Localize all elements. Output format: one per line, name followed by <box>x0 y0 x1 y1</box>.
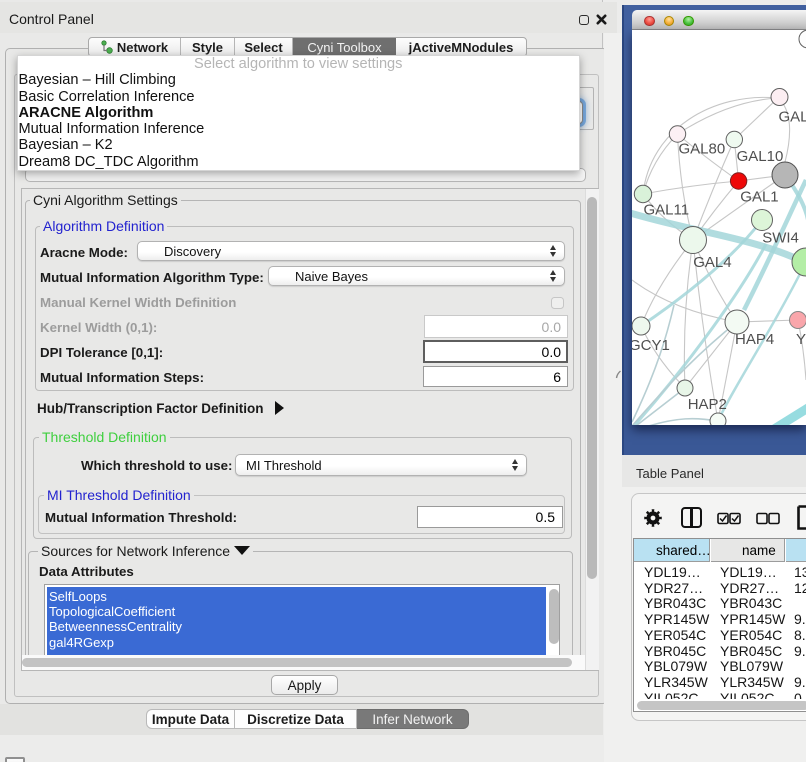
svg-text:GAL80: GAL80 <box>679 141 726 158</box>
svg-text:GCY1: GCY1 <box>632 337 670 354</box>
svg-text:GAL10: GAL10 <box>737 148 784 165</box>
svg-text:HAP4: HAP4 <box>735 331 774 348</box>
svg-text:GAL7: GAL7 <box>779 109 806 126</box>
svg-text:GAL1: GAL1 <box>740 189 778 206</box>
svg-text:GAL4: GAL4 <box>693 254 731 271</box>
svg-text:GAL11: GAL11 <box>644 202 690 219</box>
svg-text:YM: YM <box>796 331 806 348</box>
svg-text:SWI4: SWI4 <box>762 230 799 247</box>
svg-text:HAP2: HAP2 <box>688 396 727 413</box>
